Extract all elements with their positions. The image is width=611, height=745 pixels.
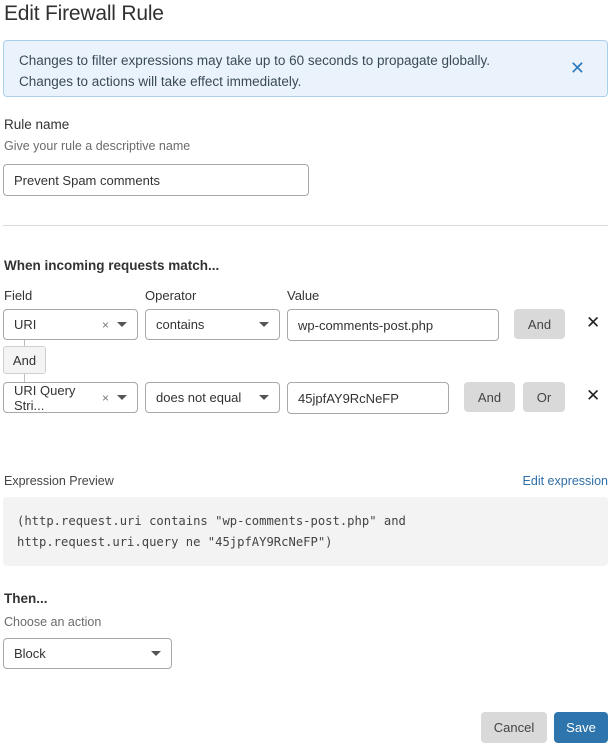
banner-line-2: Changes to actions will take effect imme… [19,74,302,89]
info-banner: Changes to filter expressions may take u… [3,40,608,97]
chevron-down-icon [151,651,161,656]
value-input-2-value: 45jpfAY9RcNeFP [298,390,399,406]
banner-line-1: Changes to filter expressions may take u… [19,53,491,68]
field-select-1-value: URI [14,317,37,332]
expression-line-2: http.request.uri.query ne "45jpfAY9RcNeF… [17,535,333,549]
then-heading: Then... [4,591,48,606]
operator-select-1[interactable]: contains [145,309,280,340]
operator-select-2-value: does not equal [156,390,242,405]
and-button-1[interactable]: And [514,309,565,339]
chevron-down-icon [117,395,127,400]
remove-condition-icon[interactable]: ✕ [586,313,600,333]
rule-name-label: Rule name [4,117,70,132]
rule-name-value: Prevent Spam comments [14,172,160,188]
field-select-1[interactable]: URI × [3,309,138,340]
connector-line [24,374,25,382]
clear-icon[interactable]: × [102,318,109,332]
operator-select-1-value: contains [156,317,205,332]
and-button-2[interactable]: And [464,382,515,412]
value-input-1-value: wp-comments-post.php [298,317,434,333]
field-column-label: Field [4,288,33,303]
page-title: Edit Firewall Rule [4,2,164,25]
join-tag-and: And [3,346,46,374]
remove-condition-icon[interactable]: ✕ [586,386,600,406]
chevron-down-icon [259,395,269,400]
rule-name-input[interactable]: Prevent Spam comments [3,164,309,196]
cancel-button[interactable]: Cancel [481,712,547,743]
save-button[interactable]: Save [554,712,608,743]
chevron-down-icon [117,322,127,327]
rule-name-help: Give your rule a descriptive name [4,139,191,153]
clear-icon[interactable]: × [102,391,109,405]
or-button-2[interactable]: Or [523,382,565,412]
expression-preview: (http.request.uri contains "wp-comments-… [3,497,608,566]
action-select-value: Block [14,646,46,661]
chevron-down-icon [259,322,269,327]
action-select[interactable]: Block [3,638,172,669]
divider [3,225,608,226]
match-heading: When incoming requests match... [4,258,220,273]
value-input-2[interactable]: 45jpfAY9RcNeFP [287,382,449,414]
field-select-2[interactable]: URI Query Stri... × [3,382,138,413]
value-input-1[interactable]: wp-comments-post.php [287,309,499,341]
action-help: Choose an action [4,615,102,629]
operator-column-label: Operator [145,288,197,303]
expression-line-1: (http.request.uri contains "wp-comments-… [17,514,406,528]
edit-expression-link[interactable]: Edit expression [523,474,608,488]
banner-text: Changes to filter expressions may take u… [19,50,490,92]
value-column-label: Value [287,288,320,303]
close-icon[interactable]: ✕ [570,59,585,77]
expression-preview-label: Expression Preview [4,474,114,488]
field-select-2-value: URI Query Stri... [14,382,76,413]
operator-select-2[interactable]: does not equal [145,382,280,413]
